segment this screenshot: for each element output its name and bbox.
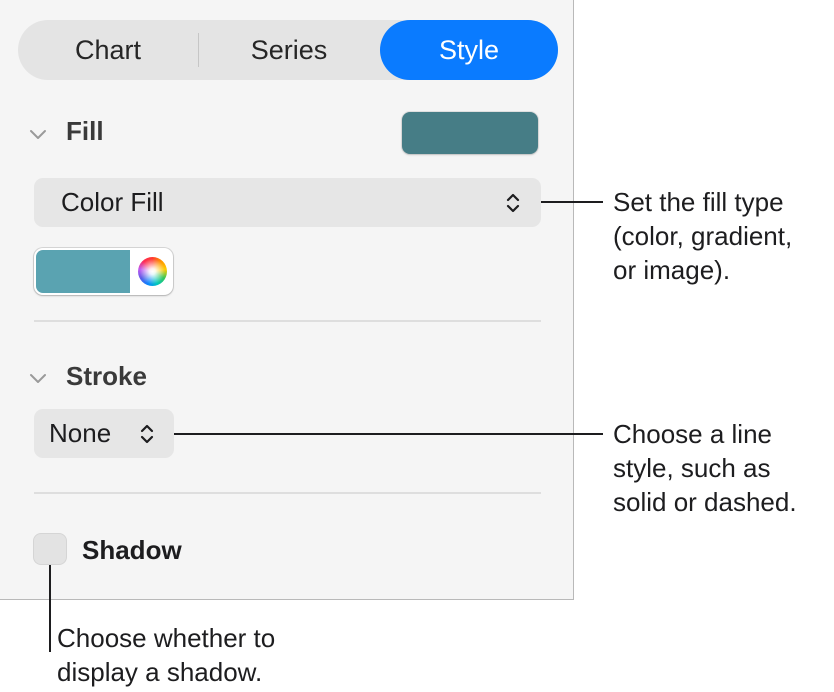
color-wheel-icon[interactable] [138,257,167,286]
callout-leader-line [541,201,603,203]
callout-line-text: display a shadow. [57,657,263,687]
stroke-section-title: Stroke [66,361,147,391]
shadow-label: Shadow [82,535,182,565]
shadow-checkbox[interactable] [33,533,67,565]
callout-line-text: solid or dashed. [613,487,797,517]
callout-leader-line [49,565,51,652]
fill-disclosure-chevron-icon[interactable] [28,127,48,141]
updown-chevron-icon [140,424,154,444]
fill-type-popup[interactable]: Color Fill [34,178,541,227]
stroke-disclosure-chevron-icon[interactable] [28,371,48,385]
callout-line-text: Choose a line [613,419,772,449]
tab-style[interactable]: Style [380,20,558,80]
callout-line-text: or image). [613,255,731,285]
fill-section-title: Fill [66,116,104,146]
stroke-style-value: None [49,418,112,448]
callout-line-text: Choose whether to [57,623,276,653]
tab-series[interactable]: Series [199,20,379,80]
section-divider [34,320,541,322]
callout-line-style: Choose a line style, such as solid or da… [613,417,797,519]
fill-type-value: Color Fill [61,187,164,217]
tab-chart[interactable]: Chart [18,20,198,80]
fill-color-swatch[interactable] [402,112,538,154]
inspector-tab-control: Chart Series Style [18,20,558,80]
callout-line-text: Set the fill type [613,187,784,217]
callout-leader-line [174,433,603,435]
callout-line-text: (color, gradient, [613,221,793,251]
fill-color-well-swatch[interactable] [36,250,130,293]
section-divider [34,492,541,494]
updown-chevron-icon [506,193,520,213]
callout-fill-type: Set the fill type (color, gradient, or i… [613,185,792,287]
callout-line-text: style, such as [613,453,771,483]
format-sidebar: Chart Series Style Fill Color Fill Strok… [0,0,574,600]
callout-shadow: Choose whether to display a shadow. [57,621,275,689]
stroke-style-popup[interactable]: None [34,409,174,458]
fill-color-well[interactable] [34,248,173,295]
